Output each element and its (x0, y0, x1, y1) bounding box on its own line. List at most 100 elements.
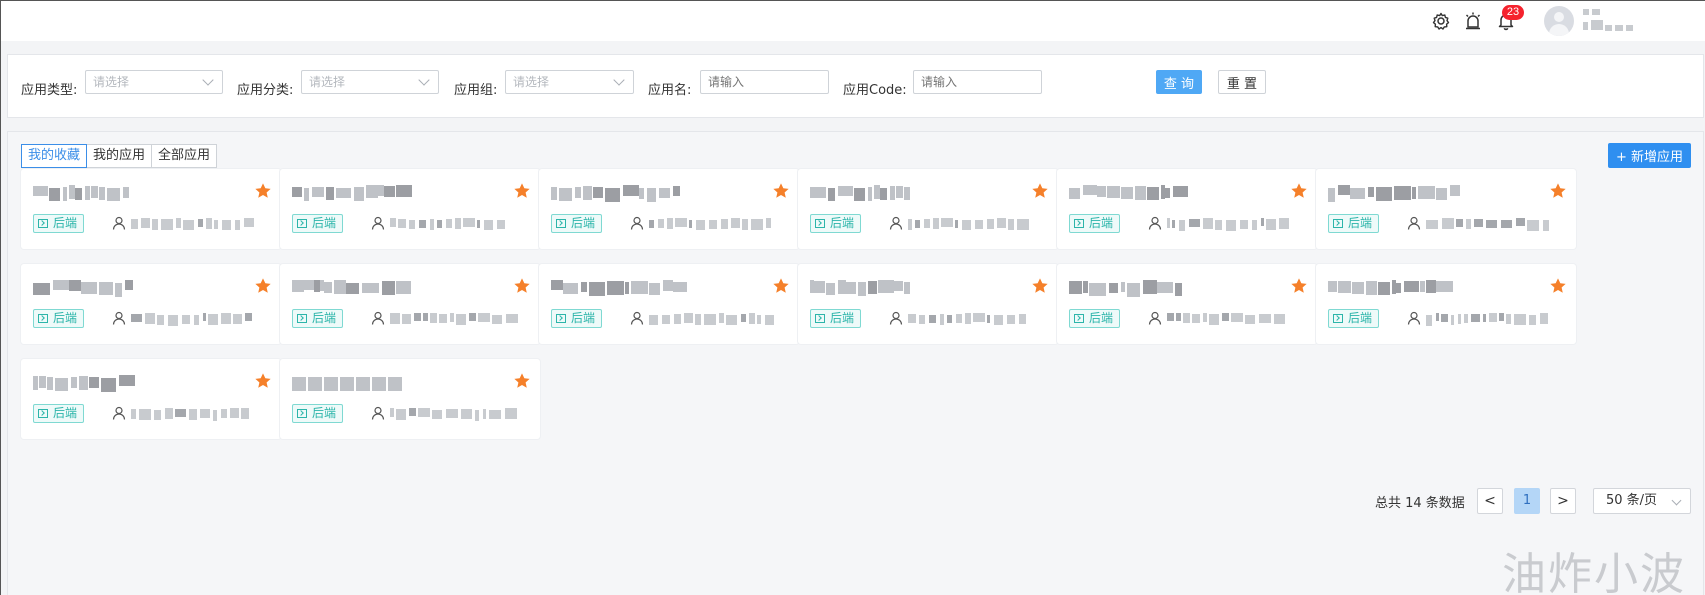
next-page-button[interactable]: > (1550, 488, 1576, 514)
backend-tag: 后端 (810, 214, 862, 233)
user-icon (371, 406, 385, 420)
add-app-button[interactable]: + 新增应用 (1608, 143, 1691, 168)
backend-tag: 后端 (1069, 309, 1121, 328)
app-name-blurred (1069, 278, 1249, 297)
prev-page-button[interactable]: < (1477, 488, 1503, 514)
app-card[interactable]: 后端 (21, 264, 281, 344)
chevron-down-icon (1671, 495, 1682, 506)
app-card[interactable]: 后端 (798, 264, 1058, 344)
favorite-star-icon[interactable] (1290, 277, 1308, 295)
favorite-star-icon[interactable] (513, 182, 531, 200)
user-icon (889, 311, 903, 325)
owner-names-blurred (1167, 310, 1302, 326)
favorite-star-icon[interactable] (1031, 277, 1049, 295)
app-card[interactable]: 后端 (280, 359, 540, 439)
app-group-select[interactable]: 请选择 (505, 70, 634, 94)
app-type-placeholder: 请选择 (93, 75, 130, 89)
terminal-icon (1074, 314, 1084, 323)
user-icon (371, 216, 385, 230)
alarm-icon[interactable] (1463, 11, 1483, 31)
favorite-star-icon[interactable] (254, 182, 272, 200)
tag-label: 后端 (312, 311, 337, 325)
terminal-icon (1333, 219, 1343, 228)
tag-label: 后端 (53, 406, 78, 420)
app-card[interactable]: 后端 (539, 169, 799, 249)
favorite-star-icon[interactable] (772, 277, 790, 295)
app-name-blurred (33, 278, 213, 297)
owner-names-blurred (908, 215, 1043, 231)
backend-tag: 后端 (33, 404, 85, 423)
backend-tag: 后端 (1328, 214, 1380, 233)
app-category-select[interactable]: 请选择 (301, 70, 439, 94)
app-card[interactable]: 后端 (280, 264, 540, 344)
reset-button[interactable]: 重 置 (1218, 70, 1266, 94)
favorite-star-icon[interactable] (513, 277, 531, 295)
terminal-icon (815, 314, 825, 323)
terminal-icon (297, 219, 307, 228)
favorite-star-icon[interactable] (1290, 182, 1308, 200)
terminal-icon (556, 219, 566, 228)
favorite-star-icon[interactable] (254, 277, 272, 295)
user-icon (630, 216, 644, 230)
app-card[interactable]: 后端 (280, 169, 540, 249)
gear-icon[interactable] (1431, 11, 1451, 31)
favorite-star-icon[interactable] (1549, 182, 1567, 200)
owner-names-blurred (131, 405, 266, 421)
owner-names-blurred (1426, 215, 1561, 231)
owner-names-blurred (390, 310, 525, 326)
app-code-input[interactable] (913, 70, 1042, 94)
user-icon (1148, 216, 1162, 230)
app-card[interactable]: 后端 (21, 169, 281, 249)
tag-label: 后端 (830, 311, 855, 325)
tab-all-apps[interactable]: 全部应用 (151, 144, 218, 168)
app-category-label: 应用分类: (237, 83, 294, 98)
user-icon (889, 216, 903, 230)
page-size-select[interactable]: 50 条/页 (1593, 488, 1691, 514)
terminal-icon (297, 409, 307, 418)
app-type-label: 应用类型: (21, 83, 78, 98)
tag-label: 后端 (1089, 311, 1114, 325)
backend-tag: 后端 (33, 214, 85, 233)
app-group-label: 应用组: (454, 83, 498, 98)
terminal-icon (38, 409, 48, 418)
app-type-select[interactable]: 请选择 (85, 70, 223, 94)
owner-names-blurred (1426, 310, 1561, 326)
app-name-blurred (1328, 278, 1508, 296)
app-card[interactable]: 后端 (1057, 264, 1317, 344)
app-card[interactable]: 后端 (1057, 169, 1317, 249)
favorite-star-icon[interactable] (513, 372, 531, 390)
user-icon (1407, 311, 1421, 325)
page-size-value: 50 条/页 (1606, 493, 1658, 508)
favorite-star-icon[interactable] (1549, 277, 1567, 295)
avatar[interactable] (1544, 6, 1574, 36)
owner-names-blurred (131, 310, 266, 326)
tag-label: 后端 (571, 311, 596, 325)
app-card[interactable]: 后端 (539, 264, 799, 344)
tab-my-apps[interactable]: 我的应用 (86, 144, 153, 168)
owner-names-blurred (649, 310, 784, 326)
app-name-input[interactable] (700, 70, 829, 94)
favorite-star-icon[interactable] (254, 372, 272, 390)
app-name-label: 应用名: (648, 83, 692, 98)
username-blurred[interactable] (1583, 7, 1643, 37)
owner-names-blurred (390, 215, 525, 231)
page-1-button[interactable]: 1 (1514, 488, 1540, 514)
app-card[interactable]: 后端 (1316, 169, 1576, 249)
user-icon (371, 311, 385, 325)
terminal-icon (1333, 314, 1343, 323)
tab-favorites[interactable]: 我的收藏 (21, 144, 88, 168)
app-name-blurred (551, 183, 731, 202)
query-button[interactable]: 查 询 (1156, 70, 1202, 94)
chevron-down-icon (418, 74, 430, 86)
terminal-icon (815, 219, 825, 228)
terminal-icon (297, 314, 307, 323)
app-card[interactable]: 后端 (1316, 264, 1576, 344)
tag-label: 后端 (312, 216, 337, 230)
favorite-star-icon[interactable] (1031, 182, 1049, 200)
user-icon (1148, 311, 1162, 325)
favorite-star-icon[interactable] (772, 182, 790, 200)
app-card[interactable]: 后端 (798, 169, 1058, 249)
backend-tag: 后端 (810, 309, 862, 328)
owner-names-blurred (390, 405, 525, 421)
app-card[interactable]: 后端 (21, 359, 281, 439)
